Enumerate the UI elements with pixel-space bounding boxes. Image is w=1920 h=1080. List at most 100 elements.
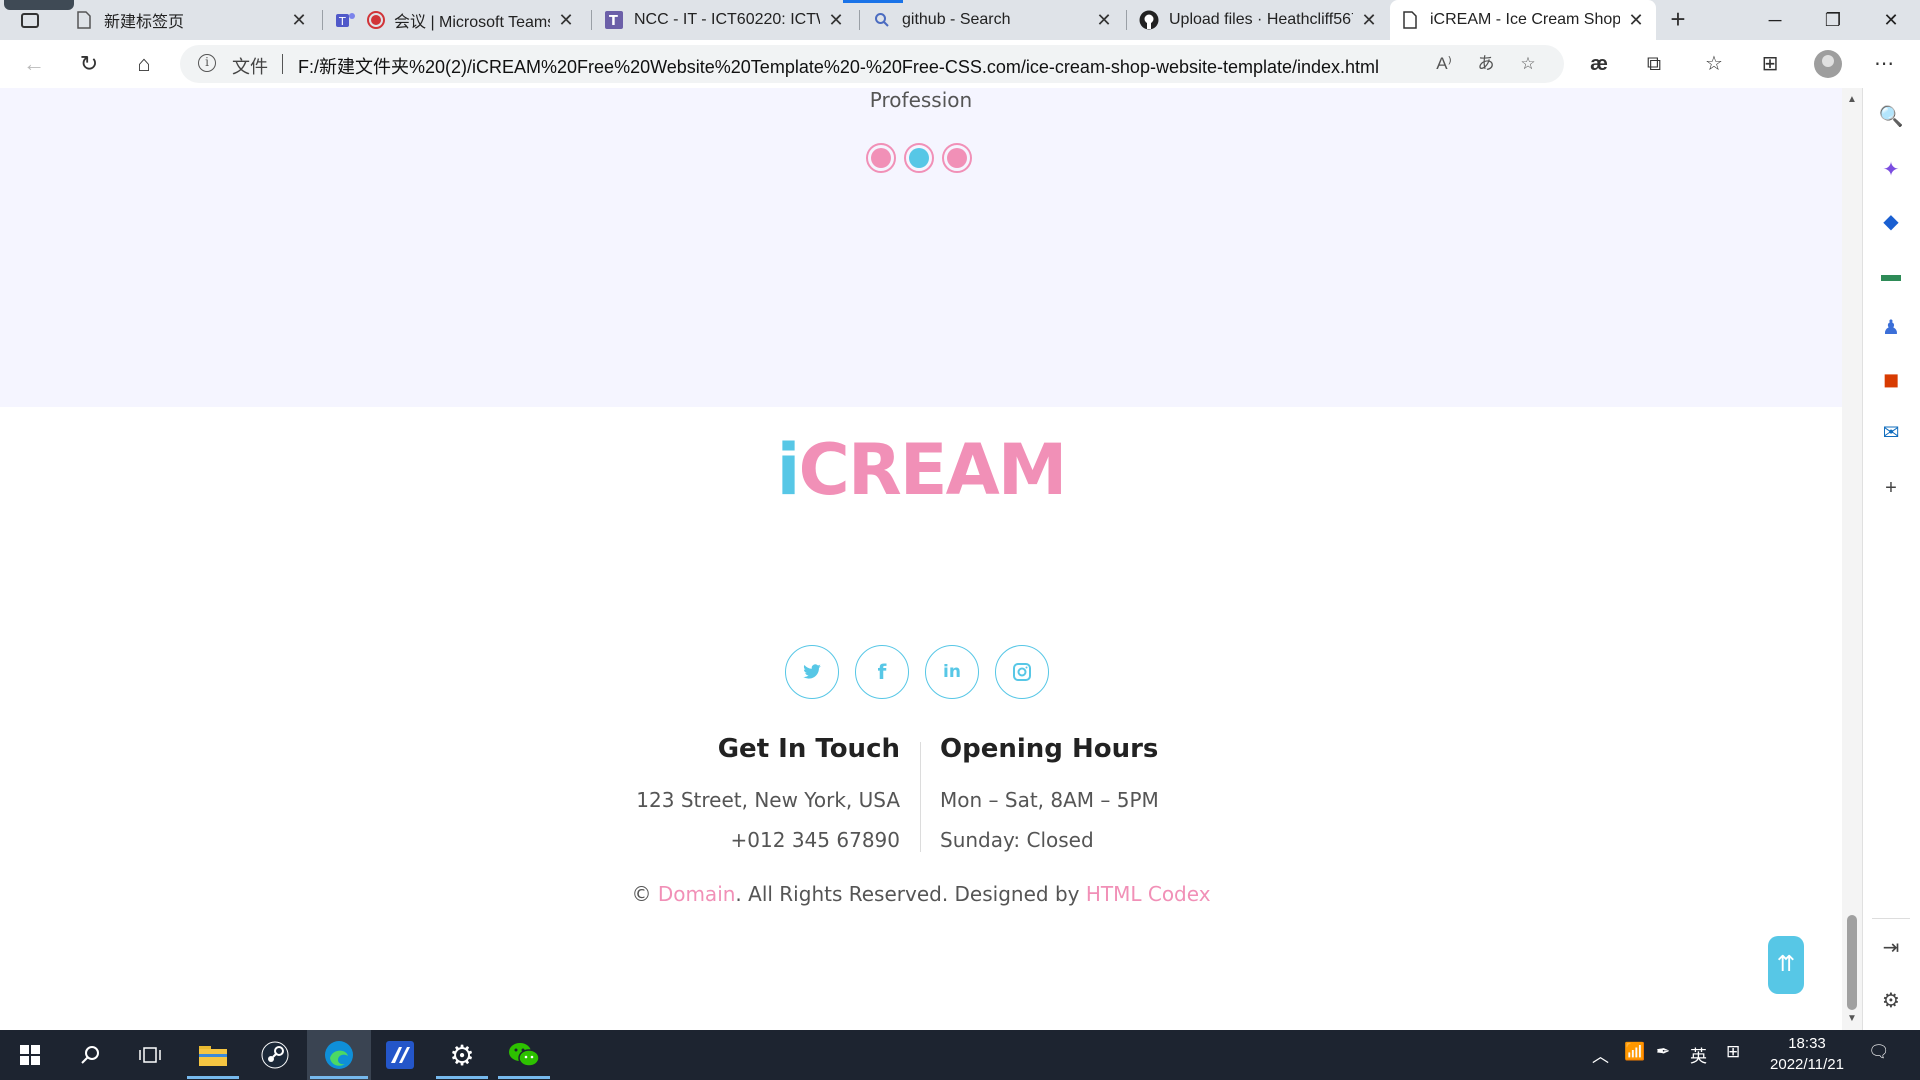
tab-upload-files[interactable]: Upload files · Heathcliff5677 ✕: [1129, 0, 1389, 40]
tab-icream-active[interactable]: iCREAM - Ice Cream Shop Website ✕: [1390, 0, 1656, 40]
copyright-text: . All Rights Reserved. Designed by: [735, 882, 1080, 906]
profile-avatar[interactable]: [1814, 50, 1842, 78]
outlook-icon[interactable]: ✉: [1878, 420, 1904, 446]
tab-ncc[interactable]: T NCC - IT - ICT60220: ICTWEB ✕: [594, 0, 856, 40]
page-scrollbar[interactable]: [1842, 88, 1862, 1030]
dot-fill: [947, 148, 967, 168]
double-chevron-up-icon: ⇈: [1776, 951, 1796, 976]
steam-icon: [261, 1041, 289, 1069]
edge-button[interactable]: [307, 1030, 371, 1080]
start-button[interactable]: [0, 1030, 60, 1080]
github-icon: [1139, 10, 1159, 30]
wechat-button[interactable]: [494, 1030, 554, 1080]
tab-actions-button[interactable]: [10, 4, 50, 36]
carousel-dot[interactable]: [866, 143, 896, 173]
info-icon[interactable]: i: [198, 54, 216, 72]
search-icon[interactable]: 🔍: [1878, 104, 1904, 130]
carousel-dot-active[interactable]: [904, 143, 934, 173]
domain-link[interactable]: Domain: [658, 882, 736, 906]
new-tab-button[interactable]: +: [1660, 4, 1696, 36]
facebook-button[interactable]: f: [855, 645, 909, 699]
close-icon[interactable]: ✕: [289, 10, 309, 31]
hide-sidebar-icon[interactable]: ⇥: [1878, 935, 1904, 961]
office-icon[interactable]: ◼: [1878, 367, 1904, 393]
pen-icon[interactable]: ✒: [1656, 1042, 1670, 1062]
address-bar[interactable]: i 文件 F:/新建文件夹%20(2)/iCREAM%20Free%20Webs…: [180, 45, 1564, 83]
close-icon[interactable]: ✕: [556, 10, 576, 31]
linkedin-icon: in: [943, 662, 961, 682]
ime-language-indicator[interactable]: 英: [1690, 1042, 1707, 1067]
tab-actions-icon: [21, 12, 39, 28]
scroll-down-arrow[interactable]: ▼: [1844, 1013, 1860, 1027]
windows-icon: [20, 1045, 40, 1065]
more-menu-icon[interactable]: ⋯: [1870, 50, 1898, 78]
copilot-sparkle-icon[interactable]: ✦: [1878, 157, 1904, 183]
restore-button[interactable]: ❐: [1804, 0, 1862, 40]
scroll-up-arrow[interactable]: ▲: [1844, 94, 1860, 108]
search-taskbar-button[interactable]: [60, 1030, 120, 1080]
tab-title: 会议 | Microsoft Teams: [394, 14, 550, 31]
footer-logo[interactable]: iCREAM: [0, 435, 1842, 505]
ae-extension-icon[interactable]: æ: [1585, 50, 1613, 78]
shopping-tag-icon[interactable]: ◆: [1878, 209, 1904, 235]
favorites-icon[interactable]: ☆: [1700, 50, 1728, 78]
t-icon: T: [604, 10, 624, 30]
carousel-dot[interactable]: [942, 143, 972, 173]
app-blue-button[interactable]: [370, 1030, 430, 1080]
ime-mode-icon[interactable]: ⊞: [1726, 1042, 1740, 1062]
tab-teams[interactable]: T 会议 | Microsoft Teams ✕: [326, 0, 586, 40]
network-icon[interactable]: 📶: [1624, 1042, 1645, 1062]
hours-weekdays: Mon – Sat, 8AM – 5PM: [940, 788, 1159, 812]
close-window-button[interactable]: ✕: [1862, 0, 1920, 40]
minimize-button[interactable]: ─: [1746, 0, 1804, 40]
file-explorer-button[interactable]: [183, 1030, 243, 1080]
scrollbar-thumb[interactable]: [1847, 915, 1857, 1010]
extensions-icon[interactable]: ⧉: [1640, 50, 1668, 78]
copyright-line: © Domain. All Rights Reserved. Designed …: [0, 882, 1842, 906]
tools-icon[interactable]: ▬: [1878, 262, 1904, 288]
translate-icon[interactable]: あ: [1474, 52, 1498, 76]
tab-separator: [859, 10, 860, 30]
address-url[interactable]: F:/新建文件夹%20(2)/iCREAM%20Free%20Website%2…: [298, 53, 1379, 79]
html-codex-link[interactable]: HTML Codex: [1086, 882, 1211, 906]
instagram-button[interactable]: [995, 645, 1049, 699]
twitter-button[interactable]: [785, 645, 839, 699]
add-icon[interactable]: +: [1878, 475, 1904, 501]
task-view-button[interactable]: [120, 1030, 180, 1080]
sidebar-separator: [1872, 918, 1910, 919]
show-hidden-icons[interactable]: ︿: [1592, 1042, 1609, 1067]
tab-separator: [322, 10, 323, 30]
tab-new-tab[interactable]: 新建标签页 ✕: [64, 0, 319, 40]
games-icon[interactable]: ♟: [1878, 315, 1904, 341]
back-to-top-button[interactable]: ⇈: [1768, 936, 1804, 994]
close-icon[interactable]: ✕: [1626, 10, 1646, 31]
refresh-button[interactable]: ↻: [71, 46, 107, 82]
page-icon: [1400, 10, 1420, 30]
tab-title: Upload files · Heathcliff5677: [1169, 11, 1353, 28]
clock-time: 18:33: [1788, 1035, 1826, 1052]
home-button[interactable]: ⌂: [126, 46, 162, 82]
system-clock[interactable]: 18:33 2022/11/21: [1752, 1033, 1862, 1075]
social-links: f in: [785, 645, 1049, 699]
svg-text:T: T: [609, 14, 618, 29]
address-scheme-label: 文件: [232, 57, 268, 77]
record-icon: [366, 10, 386, 30]
back-button[interactable]: ←: [16, 46, 52, 82]
sidebar-settings-icon[interactable]: ⚙: [1878, 988, 1904, 1014]
linkedin-button[interactable]: in: [925, 645, 979, 699]
settings-taskbar-button[interactable]: ⚙: [432, 1030, 492, 1080]
close-icon[interactable]: ✕: [826, 10, 846, 31]
hours-sunday: Sunday: Closed: [940, 828, 1094, 852]
add-favorite-icon[interactable]: ☆: [1516, 52, 1540, 76]
opening-hours-column: Opening Hours Mon – Sat, 8AM – 5PM Sunda…: [940, 734, 1340, 860]
get-in-touch-column: Get In Touch 123 Street, New York, USA +…: [560, 734, 900, 860]
close-icon[interactable]: ✕: [1359, 10, 1379, 31]
close-icon[interactable]: ✕: [1094, 10, 1114, 31]
read-aloud-icon[interactable]: A⁾: [1432, 52, 1456, 76]
tab-github-search[interactable]: github - Search ✕: [862, 0, 1124, 40]
collections-icon[interactable]: ⊞: [1756, 50, 1784, 78]
steam-button[interactable]: [245, 1030, 305, 1080]
get-in-touch-heading: Get In Touch: [717, 734, 900, 764]
clock-date: 2022/11/21: [1770, 1056, 1844, 1073]
notification-icon[interactable]: 🗨: [1868, 1042, 1890, 1062]
